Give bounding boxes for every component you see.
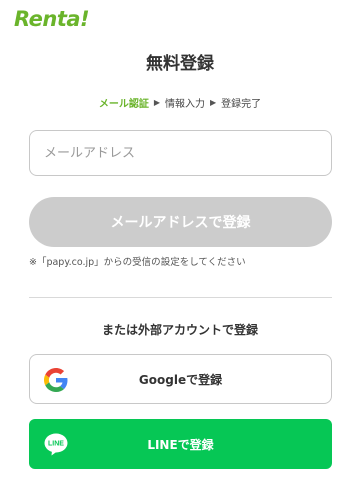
step-indicator: メール認証 ▶ 情報入力 ▶ 登録完了	[0, 95, 360, 110]
step-email-verify: メール認証	[98, 99, 149, 110]
google-icon	[44, 368, 68, 392]
divider	[29, 297, 332, 298]
google-button-label: Googleで登録	[138, 372, 223, 387]
step-arrow-icon: ▶	[153, 98, 160, 107]
logo-text: Renta!	[14, 7, 90, 31]
step-complete: 登録完了	[221, 99, 262, 110]
step-arrow-icon: ▶	[210, 98, 217, 107]
page-title: 無料登録	[146, 54, 214, 74]
step-info-input: 情報入力	[165, 99, 205, 110]
email-input[interactable]	[29, 130, 332, 176]
google-register-button[interactable]: Googleで登録	[29, 354, 332, 404]
line-register-button[interactable]: LINE LINEで登録	[29, 419, 332, 469]
header: Renta!	[0, 0, 360, 38]
email-register-button[interactable]: メールアドレスで登録	[29, 197, 332, 247]
line-icon-text: LINE	[48, 441, 64, 448]
external-account-title: または外部アカウントで登録	[101, 323, 258, 337]
line-button-label: LINEで登録	[147, 437, 214, 452]
email-settings-note: ※「papy.co.jp」からの受信の設定をしてください	[29, 257, 246, 268]
renta-logo[interactable]: Renta!	[14, 6, 90, 32]
line-icon: LINE	[44, 433, 68, 456]
